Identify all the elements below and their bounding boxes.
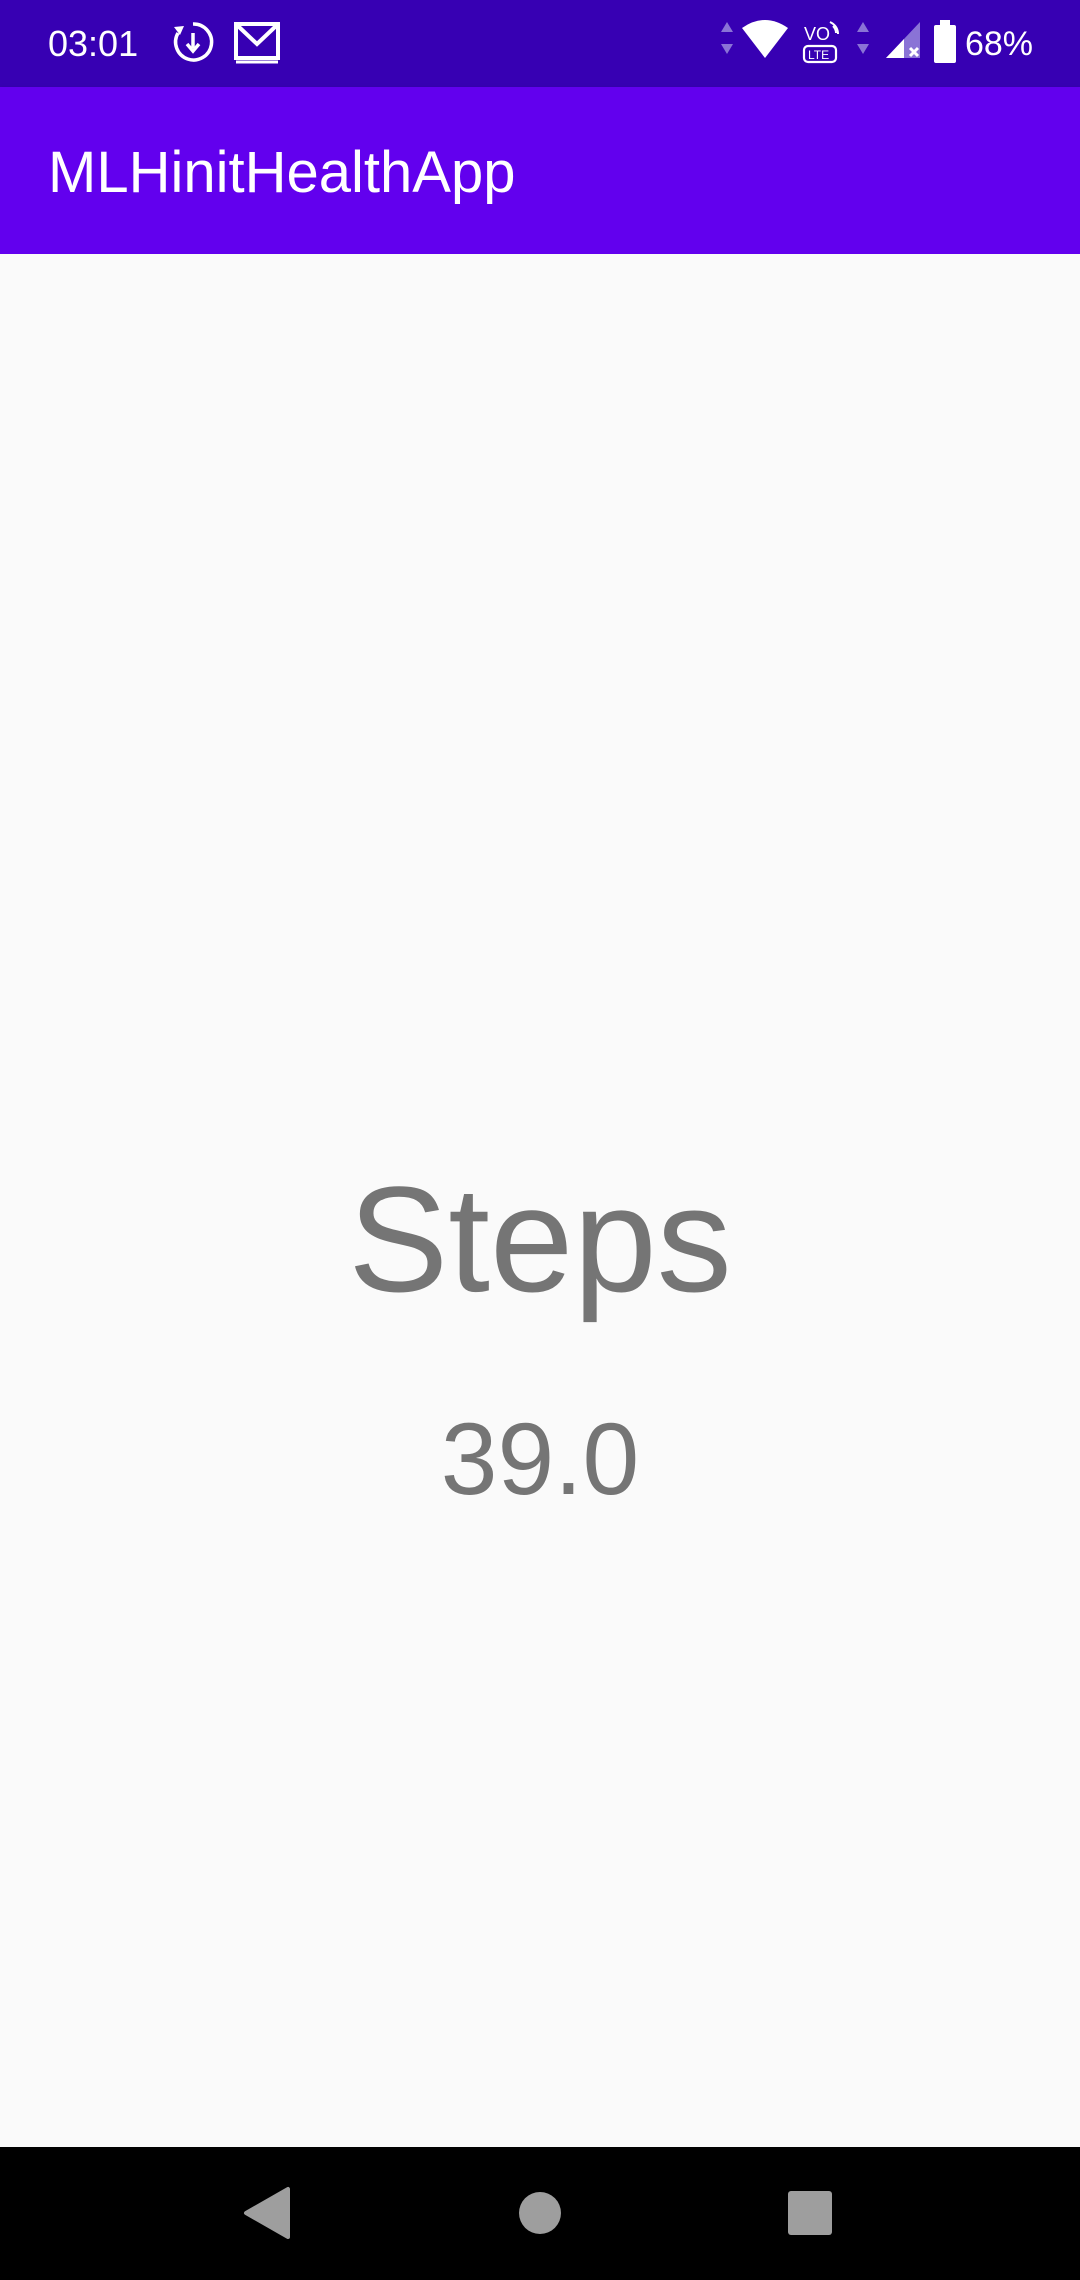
sync-icon	[173, 22, 214, 62]
battery-icon	[934, 20, 956, 63]
svg-text:VO: VO	[804, 24, 830, 44]
signal-icon	[886, 22, 920, 58]
home-button[interactable]	[460, 2147, 620, 2280]
back-button[interactable]	[190, 2147, 350, 2280]
status-time: 03:01	[48, 23, 139, 64]
recents-button[interactable]	[730, 2147, 890, 2280]
data-arrows-icon	[721, 22, 733, 54]
volte-icon: VO LTE	[802, 21, 839, 64]
gmail-icon	[234, 22, 280, 64]
steps-value: 39.0	[440, 1402, 640, 1516]
navigation-bar	[0, 2147, 1080, 2280]
main-content: Steps 39.0	[0, 254, 1080, 2147]
app-title: MLHinitHealthApp	[48, 140, 516, 205]
app-bar: MLHinitHealthApp	[0, 87, 1080, 254]
svg-text:LTE: LTE	[808, 48, 829, 62]
battery-percent: 68%	[964, 25, 1033, 63]
wifi-icon	[742, 20, 788, 58]
steps-label: Steps	[348, 1155, 732, 1323]
mobile-data-arrows-icon	[857, 22, 869, 54]
status-bar: 03:01 VO LTE 68%	[0, 0, 1080, 87]
